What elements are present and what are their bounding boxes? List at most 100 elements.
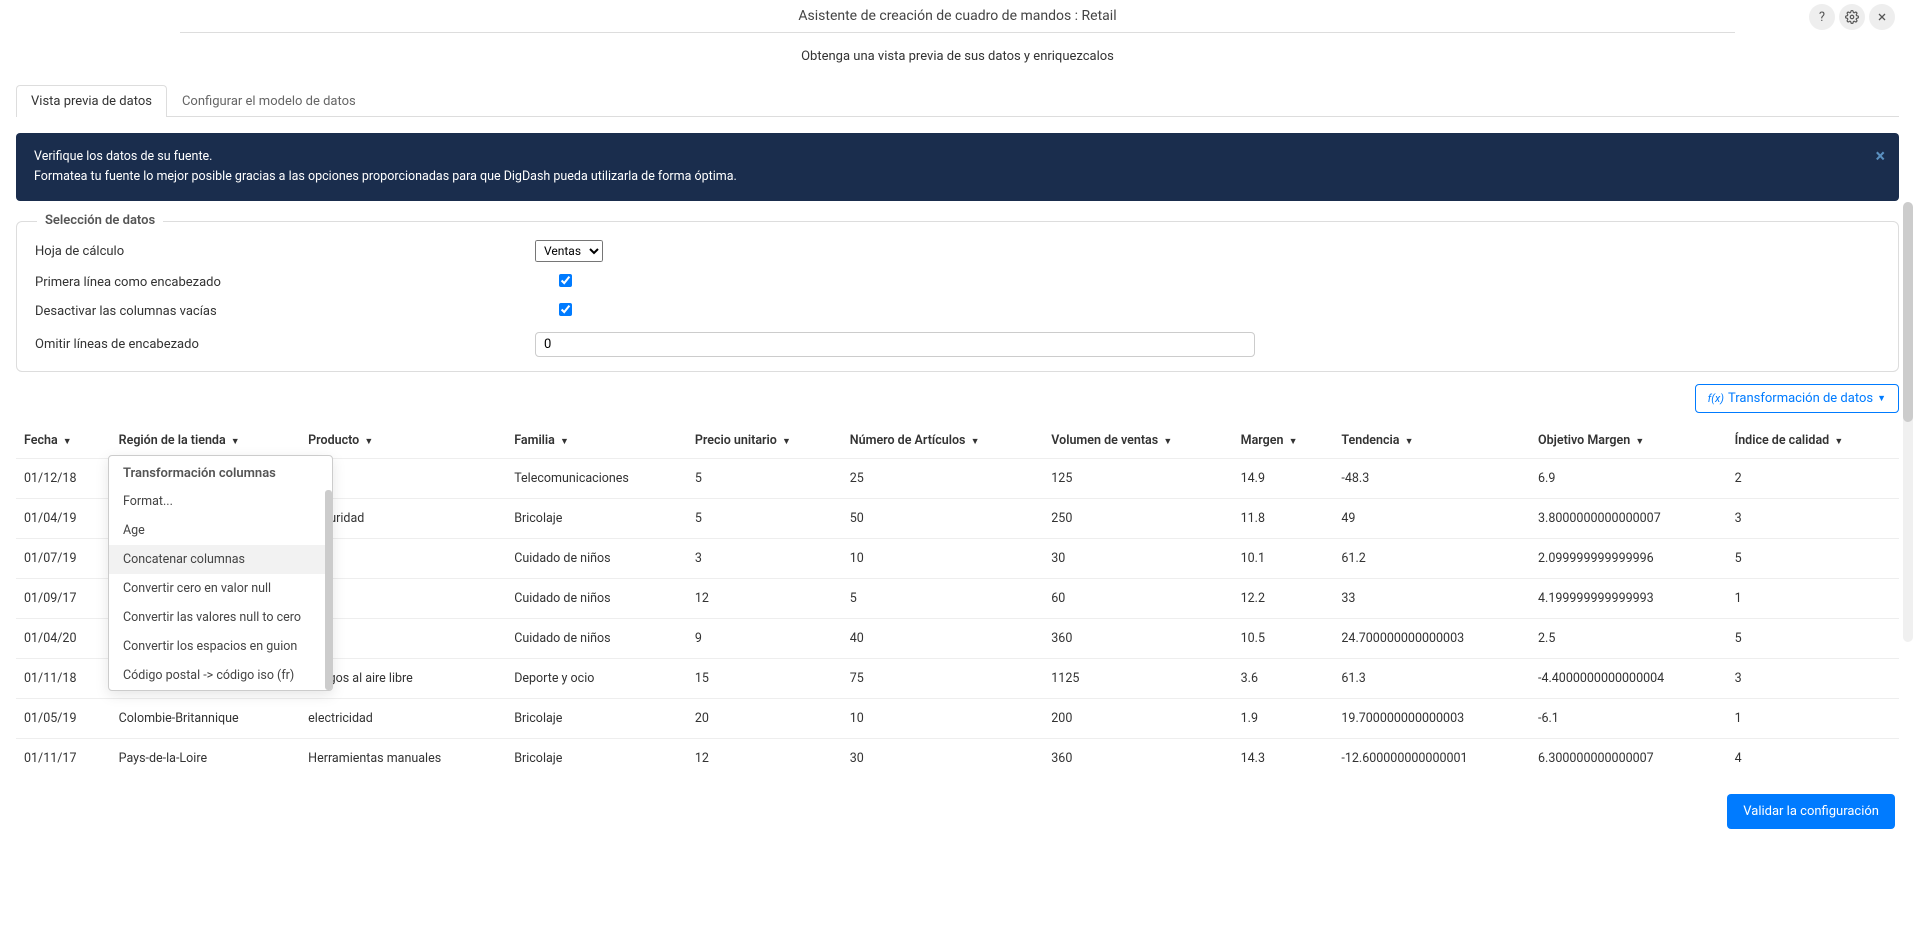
table-cell: 3.6 <box>1233 659 1334 699</box>
gear-icon[interactable] <box>1839 4 1865 30</box>
dropdown-item[interactable]: Convertir los espacios en guion <box>109 632 332 661</box>
table-cell: 61.2 <box>1333 539 1530 579</box>
table-cell: Deporte y ocio <box>506 659 687 699</box>
table-cell: 61.3 <box>1333 659 1530 699</box>
dropdown-item[interactable]: Age <box>109 516 332 545</box>
table-cell: 12 <box>687 739 842 779</box>
disable-empty-checkbox[interactable] <box>559 303 572 316</box>
column-header[interactable]: Índice de calidad ▼ <box>1727 423 1899 459</box>
table-cell: 19.700000000000003 <box>1333 699 1530 739</box>
first-line-checkbox[interactable] <box>559 274 572 287</box>
chevron-down-icon: ▼ <box>782 437 791 447</box>
chevron-down-icon: ▼ <box>63 437 72 447</box>
table-cell: Bricolaje <box>506 699 687 739</box>
page-title: Asistente de creación de cuadro de mando… <box>798 8 1116 24</box>
validate-button[interactable]: Validar la configuración <box>1727 794 1895 829</box>
table-cell: electricidad <box>300 699 506 739</box>
row-sheet: Hoja de cálculo Ventas <box>35 240 1880 262</box>
table-cell: -48.3 <box>1333 459 1530 499</box>
table-cell: Bricolaje <box>506 499 687 539</box>
table-cell: -4.4000000000000004 <box>1530 659 1727 699</box>
column-header[interactable]: Objetivo Margen ▼ <box>1530 423 1727 459</box>
chevron-down-icon: ▼ <box>231 437 240 447</box>
chevron-down-icon: ▼ <box>560 437 569 447</box>
table-cell: 01/07/19 <box>16 539 111 579</box>
chevron-down-icon: ▼ <box>1877 393 1886 404</box>
table-cell: 1 <box>1727 699 1899 739</box>
table-cell: Pays-de-la-Loire <box>111 739 301 779</box>
table-cell: 10.1 <box>1233 539 1334 579</box>
table-cell: 01/04/19 <box>16 499 111 539</box>
dropdown-item[interactable]: Convertir las valores null to cero <box>109 603 332 632</box>
column-header[interactable]: Volumen de ventas ▼ <box>1043 423 1232 459</box>
help-icon[interactable]: ? <box>1809 4 1835 30</box>
table-row: 01/05/19Colombie-Britanniqueelectricidad… <box>16 699 1899 739</box>
table-cell: 10 <box>842 539 1044 579</box>
table-cell: 2.099999999999996 <box>1530 539 1727 579</box>
table-cell: 1 <box>1727 579 1899 619</box>
fx-icon: f(x) <box>1708 392 1724 405</box>
transform-data-button[interactable]: f(x) Transformación de datos ▼ <box>1695 384 1899 413</box>
skip-header-input[interactable] <box>535 332 1255 357</box>
table-cell: 01/12/18 <box>16 459 111 499</box>
table-cell: Cuidado de niños <box>506 579 687 619</box>
label-first-line: Primera línea como encabezado <box>35 275 535 290</box>
table-cell: 10.5 <box>1233 619 1334 659</box>
chevron-down-icon: ▼ <box>1834 437 1843 447</box>
column-header[interactable]: Familia ▼ <box>506 423 687 459</box>
table-cell: Cuidado de niños <box>506 619 687 659</box>
tab-model[interactable]: Configurar el modelo de datos <box>167 85 371 117</box>
column-header[interactable]: Región de la tienda ▼ <box>111 423 301 459</box>
table-cell: 3 <box>1727 659 1899 699</box>
table-cell: -6.1 <box>1530 699 1727 739</box>
column-header[interactable]: Número de Artículos ▼ <box>842 423 1044 459</box>
chevron-down-icon: ▼ <box>1405 437 1414 447</box>
table-cell: 01/04/20 <box>16 619 111 659</box>
table-cell: 12 <box>687 579 842 619</box>
table-cell: 5 <box>687 499 842 539</box>
header-actions: ? <box>1809 4 1895 30</box>
dropdown-item[interactable]: Concatenar columnas <box>109 545 332 574</box>
content-scrollbar[interactable] <box>1903 202 1913 642</box>
column-header[interactable]: Precio unitario ▼ <box>687 423 842 459</box>
transform-label: Transformación de datos <box>1728 391 1873 406</box>
row-skip-header: Omitir líneas de encabezado <box>35 332 1880 357</box>
table-cell: 5 <box>1727 619 1899 659</box>
table-cell: 360 <box>1043 739 1232 779</box>
dropdown-item[interactable]: Código postal -> código iso (fr) <box>109 661 332 690</box>
scrollbar-thumb[interactable] <box>1903 202 1913 422</box>
table-cell: 14.9 <box>1233 459 1334 499</box>
table-cell: 125 <box>1043 459 1232 499</box>
column-header[interactable]: Tendencia ▼ <box>1333 423 1530 459</box>
banner-close-icon[interactable]: × <box>1875 143 1885 172</box>
row-disable-empty: Desactivar las columnas vacías <box>35 303 1880 320</box>
column-header[interactable]: Fecha ▼ <box>16 423 111 459</box>
tab-preview[interactable]: Vista previa de datos <box>16 85 167 117</box>
row-first-line: Primera línea como encabezado <box>35 274 1880 291</box>
column-header[interactable]: Margen ▼ <box>1233 423 1334 459</box>
label-disable-empty: Desactivar las columnas vacías <box>35 304 535 319</box>
data-selection-fieldset: Selección de datos Hoja de cálculo Venta… <box>16 221 1899 372</box>
table-cell: 3 <box>687 539 842 579</box>
dropdown-scrollbar[interactable] <box>325 490 332 690</box>
column-header[interactable]: Producto ▼ <box>300 423 506 459</box>
table-cell: 40 <box>842 619 1044 659</box>
table-cell: 5 <box>1727 539 1899 579</box>
close-icon[interactable] <box>1869 4 1895 30</box>
table-cell: 11.8 <box>1233 499 1334 539</box>
fieldset-legend: Selección de datos <box>37 213 163 228</box>
transform-row: f(x) Transformación de datos ▼ <box>16 384 1899 413</box>
dropdown-item[interactable]: Convertir cero en valor null <box>109 574 332 603</box>
main-content: Vista previa de datos Configurar el mode… <box>0 84 1915 778</box>
chevron-down-icon: ▼ <box>1289 437 1298 447</box>
table-cell: 200 <box>1043 699 1232 739</box>
dropdown-item[interactable]: Format... <box>109 487 332 516</box>
dropdown-title: Transformación columnas <box>109 456 332 487</box>
table-cell: 3.8000000000000007 <box>1530 499 1727 539</box>
table-cell: -12.600000000000001 <box>1333 739 1530 779</box>
sheet-select[interactable]: Ventas <box>535 240 603 262</box>
table-cell: 6.9 <box>1530 459 1727 499</box>
table-cell: 1125 <box>1043 659 1232 699</box>
footer: Validar la configuración <box>0 778 1915 845</box>
table-cell: Cuidado de niños <box>506 539 687 579</box>
